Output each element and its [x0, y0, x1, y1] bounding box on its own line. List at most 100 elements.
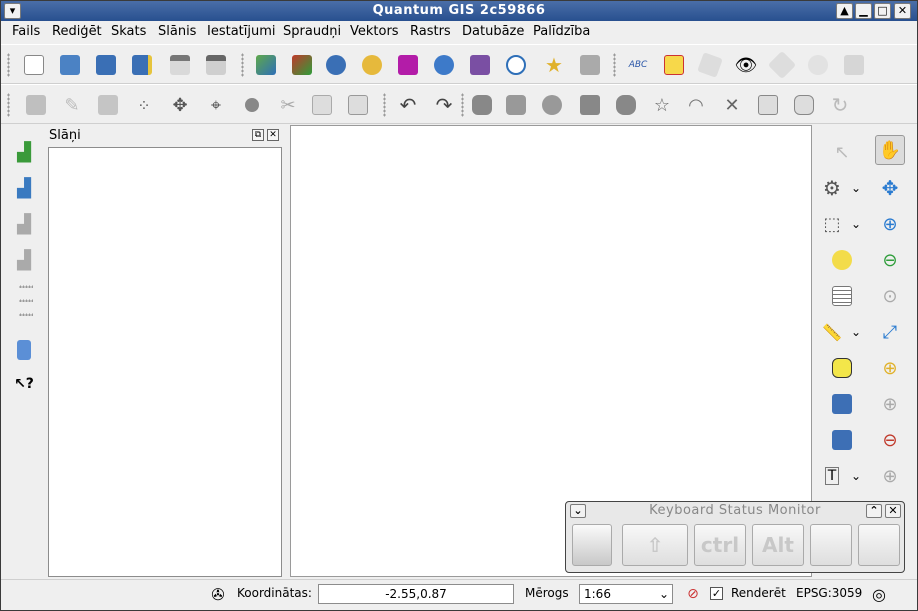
- histogram-icon[interactable]: ▟: [11, 139, 37, 165]
- print-composer-icon[interactable]: [167, 52, 193, 78]
- crs-label[interactable]: EPSG:3059: [796, 586, 862, 600]
- menu-database[interactable]: Datubāze: [462, 24, 524, 39]
- merge-attributes-icon[interactable]: [791, 92, 817, 118]
- delete-part-icon[interactable]: [613, 92, 639, 118]
- delete-ring-icon[interactable]: [577, 92, 603, 118]
- zoom-next-icon[interactable]: ⊕: [875, 461, 905, 491]
- menu-file[interactable]: Fails: [12, 24, 40, 39]
- menu-raster[interactable]: Rastrs: [410, 24, 451, 39]
- menu-view[interactable]: Skats: [111, 24, 146, 39]
- coordinates-field[interactable]: -2.55,0.87: [318, 584, 514, 604]
- new-bookmark-icon[interactable]: [827, 389, 857, 419]
- toolbar-grip[interactable]: [19, 313, 33, 316]
- chevron-down-icon[interactable]: ⌄: [849, 317, 863, 347]
- add-feature-icon[interactable]: ⁘: [131, 92, 157, 118]
- print-icon[interactable]: [203, 52, 229, 78]
- measure-icon[interactable]: 📏: [817, 317, 847, 347]
- chevron-down-icon[interactable]: ⌄: [659, 585, 669, 603]
- histogram-local-icon[interactable]: ▟: [11, 211, 37, 237]
- layers-list[interactable]: [48, 147, 282, 577]
- toolbar-grip[interactable]: [7, 93, 10, 117]
- reshape-features-icon[interactable]: ☆: [649, 92, 675, 118]
- pin-labels-icon[interactable]: [697, 52, 723, 78]
- text-annotation-icon[interactable]: T: [817, 461, 847, 491]
- histogram-full-icon[interactable]: ▟: [11, 247, 37, 273]
- attribute-table-icon[interactable]: [827, 281, 857, 311]
- copy-features-icon[interactable]: [309, 92, 335, 118]
- add-wcs-layer-icon[interactable]: [467, 52, 493, 78]
- delete-selected-icon[interactable]: [239, 92, 265, 118]
- offset-curve-icon[interactable]: ◠: [683, 92, 709, 118]
- rotate-symbol-icon[interactable]: ↻: [827, 92, 853, 118]
- label-icon[interactable]: ABC: [625, 52, 651, 78]
- render-checkbox[interactable]: ✓: [710, 587, 723, 600]
- label-settings-icon[interactable]: [661, 52, 687, 78]
- toolbar-grip[interactable]: [7, 53, 10, 77]
- stop-render-icon[interactable]: ⊘: [680, 581, 706, 607]
- add-postgis-layer-icon[interactable]: [323, 52, 349, 78]
- new-project-icon[interactable]: [21, 52, 47, 78]
- maximize-icon[interactable]: □: [874, 3, 891, 19]
- add-part-icon[interactable]: [539, 92, 565, 118]
- select-icon[interactable]: ⬚: [817, 209, 847, 239]
- move-label-icon[interactable]: [767, 50, 797, 80]
- shade-icon[interactable]: ▲: [836, 3, 853, 19]
- add-ring-icon[interactable]: [503, 92, 529, 118]
- zoom-to-selection-icon[interactable]: ⊕: [875, 353, 905, 383]
- change-label-icon[interactable]: [841, 52, 867, 78]
- show-hide-labels-icon[interactable]: 👁: [733, 52, 759, 78]
- ksm-shade-icon[interactable]: ⌃: [866, 504, 882, 518]
- menu-help[interactable]: Palīdzība: [533, 24, 590, 39]
- menu-vector[interactable]: Vektors: [350, 24, 399, 39]
- zoom-native-icon[interactable]: ⊙: [875, 281, 905, 311]
- menu-settings[interactable]: Iestatījumi: [207, 24, 276, 39]
- add-spatialite-layer-icon[interactable]: [359, 52, 385, 78]
- toolbar-grip[interactable]: [613, 53, 616, 77]
- add-mssql-layer-icon[interactable]: [395, 52, 421, 78]
- settings-gear-icon[interactable]: ⚙: [817, 173, 847, 203]
- zoom-out-icon[interactable]: ⊖: [875, 245, 905, 275]
- add-raster-layer-icon[interactable]: [289, 52, 315, 78]
- toolbar-grip[interactable]: [241, 53, 244, 77]
- zoom-last-icon[interactable]: ⊖: [875, 425, 905, 455]
- pan-icon[interactable]: ✋: [875, 135, 905, 165]
- edit-pencil-icon[interactable]: ✎: [59, 92, 85, 118]
- float-panel-icon[interactable]: ⧉: [252, 129, 264, 141]
- menu-plugins[interactable]: Spraudņi: [283, 24, 341, 39]
- split-features-icon[interactable]: ✕: [719, 92, 745, 118]
- crs-globe-icon[interactable]: ◎: [866, 581, 892, 607]
- toolbar-grip[interactable]: [19, 285, 33, 288]
- redo-icon[interactable]: ↷: [431, 92, 457, 118]
- move-feature-icon[interactable]: ✥: [167, 92, 193, 118]
- pan-to-selection-icon[interactable]: ✥: [875, 173, 905, 203]
- new-shapefile-icon[interactable]: ★: [541, 52, 567, 78]
- chevron-down-icon[interactable]: ⌄: [849, 173, 863, 203]
- save-as-icon[interactable]: [129, 52, 155, 78]
- toolbar-grip[interactable]: [461, 93, 464, 117]
- zoom-full-icon[interactable]: ⤢: [875, 317, 905, 347]
- menu-layer[interactable]: Slānis: [158, 24, 196, 39]
- add-vector-layer-icon[interactable]: [253, 52, 279, 78]
- chevron-down-icon[interactable]: ⌄: [849, 461, 863, 491]
- deselect-icon[interactable]: [827, 245, 857, 275]
- undo-icon[interactable]: ↶: [395, 92, 421, 118]
- map-tips-icon[interactable]: [827, 353, 857, 383]
- save-project-icon[interactable]: [93, 52, 119, 78]
- cut-features-icon[interactable]: ✂: [275, 92, 301, 118]
- merge-features-icon[interactable]: [755, 92, 781, 118]
- minimize-icon[interactable]: ▁: [855, 3, 872, 19]
- open-project-icon[interactable]: [57, 52, 83, 78]
- toolbar-grip[interactable]: [383, 93, 386, 117]
- add-wfs-layer-icon[interactable]: [503, 52, 529, 78]
- close-icon[interactable]: ✕: [894, 3, 911, 19]
- scale-combobox[interactable]: 1:66 ⌄: [579, 584, 673, 604]
- remove-layer-icon[interactable]: [577, 52, 603, 78]
- zoom-in-icon[interactable]: ⊕: [875, 209, 905, 239]
- chevron-down-icon[interactable]: ⌄: [849, 209, 863, 239]
- ksm-close-icon[interactable]: ✕: [885, 504, 901, 518]
- help-book-icon[interactable]: [11, 337, 37, 363]
- save-edits-icon[interactable]: [95, 92, 121, 118]
- add-wms-layer-icon[interactable]: [431, 52, 457, 78]
- show-bookmarks-icon[interactable]: [827, 425, 857, 455]
- node-tool-icon[interactable]: ⌖: [203, 92, 229, 118]
